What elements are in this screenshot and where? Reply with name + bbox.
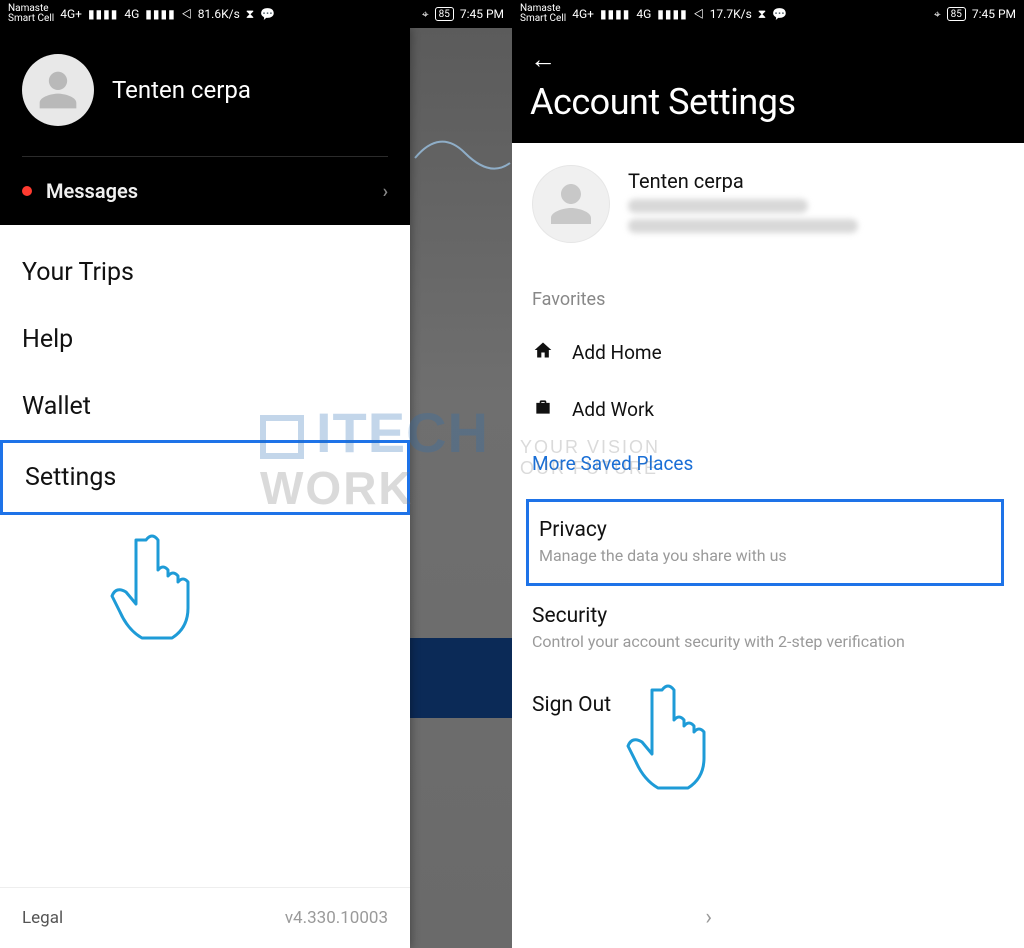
status-time: 7:45 PM	[460, 7, 504, 21]
hourglass-icon: ⧗	[246, 7, 254, 22]
menu-help[interactable]: Help	[0, 306, 410, 373]
profile-name: Tenten cerpa	[112, 76, 251, 104]
menu-wallet[interactable]: Wallet	[0, 373, 410, 440]
unread-dot-icon	[22, 186, 32, 196]
battery-icon: 85	[435, 7, 454, 21]
phone-left: Namaste Smart Cell 4G+ ▮▮▮▮ 4G ▮▮▮▮ ⨞ 81…	[0, 0, 512, 948]
add-home-label: Add Home	[572, 341, 662, 364]
bottom-action-bar[interactable]	[410, 638, 512, 718]
location-icon: ⌖	[422, 7, 429, 22]
chevron-right-icon: ›	[383, 181, 388, 202]
messages-item[interactable]: Messages ›	[22, 156, 388, 225]
back-arrow-icon[interactable]: ←	[530, 44, 556, 75]
signal-icon: ▮▮▮▮	[600, 7, 630, 21]
profile-name: Tenten cerpa	[628, 169, 858, 193]
messages-label: Messages	[46, 179, 138, 203]
status-bar: Namaste Smart Cell 4G+ ▮▮▮▮ 4G ▮▮▮▮ ⨞ 81…	[0, 0, 512, 28]
profile-section[interactable]: Tenten cerpa	[512, 143, 1024, 271]
chat-icon: 💬	[260, 7, 275, 21]
avatar-icon	[22, 54, 94, 126]
menu-your-trips[interactable]: Your Trips	[0, 239, 410, 306]
net-speed: 81.6K/s	[198, 7, 240, 21]
security-item[interactable]: Security Control your account security w…	[512, 586, 1024, 671]
net-4g-plus-icon: 4G+	[60, 7, 82, 21]
menu-settings[interactable]: Settings	[0, 440, 410, 515]
sign-out-item[interactable]: Sign Out	[512, 671, 1024, 739]
net-4g-icon: 4G	[124, 7, 139, 21]
wifi-icon: ⨞	[182, 7, 192, 22]
security-desc: Control your account security with 2-ste…	[532, 632, 1004, 651]
footer-legal[interactable]: Legal	[22, 908, 63, 928]
status-bar: Namaste Smart Cell 4G+ ▮▮▮▮ 4G ▮▮▮▮ ⨞ 17…	[512, 0, 1024, 28]
add-work-item[interactable]: Add Work	[512, 381, 1024, 438]
profile-row[interactable]: Tenten cerpa	[22, 54, 388, 156]
security-title: Security	[532, 604, 1004, 628]
privacy-item[interactable]: Privacy Manage the data you share with u…	[526, 499, 1004, 586]
signal-icon-2: ▮▮▮▮	[657, 7, 687, 21]
status-time: 7:45 PM	[972, 7, 1016, 21]
profile-email-blurred	[628, 219, 858, 233]
battery-icon: 85	[947, 7, 966, 21]
briefcase-icon	[532, 397, 554, 422]
chevron-right-icon[interactable]: ›	[705, 905, 712, 930]
signal-icon: ▮▮▮▮	[88, 7, 118, 21]
net-4g-plus-icon: 4G+	[572, 7, 594, 21]
status-carrier: Namaste Smart Cell	[520, 4, 566, 24]
add-work-label: Add Work	[572, 398, 654, 421]
phone-right: Namaste Smart Cell 4G+ ▮▮▮▮ 4G ▮▮▮▮ ⨞ 17…	[512, 0, 1024, 948]
add-home-item[interactable]: Add Home	[512, 324, 1024, 381]
page-title: Account Settings	[530, 81, 1006, 123]
avatar-icon	[532, 165, 610, 243]
footer-version: v4.330.10003	[285, 908, 388, 928]
net-4g-icon: 4G	[636, 7, 651, 21]
signal-icon-2: ▮▮▮▮	[145, 7, 175, 21]
status-carrier: Namaste Smart Cell	[8, 4, 54, 24]
more-saved-places-link[interactable]: More Saved Places	[512, 438, 1024, 499]
profile-phone-blurred	[628, 199, 808, 213]
navigation-drawer: Tenten cerpa Messages › Your Trips Help …	[0, 28, 410, 948]
wifi-icon: ⨞	[694, 7, 704, 22]
net-speed: 17.7K/s	[710, 7, 752, 21]
favorites-heading: Favorites	[512, 271, 1024, 324]
privacy-desc: Manage the data you share with us	[539, 546, 991, 565]
home-icon	[532, 340, 554, 365]
location-icon: ⌖	[934, 7, 941, 22]
hourglass-icon: ⧗	[758, 7, 766, 22]
map-background	[410, 28, 512, 948]
chat-icon: 💬	[772, 7, 787, 21]
privacy-title: Privacy	[539, 518, 991, 542]
